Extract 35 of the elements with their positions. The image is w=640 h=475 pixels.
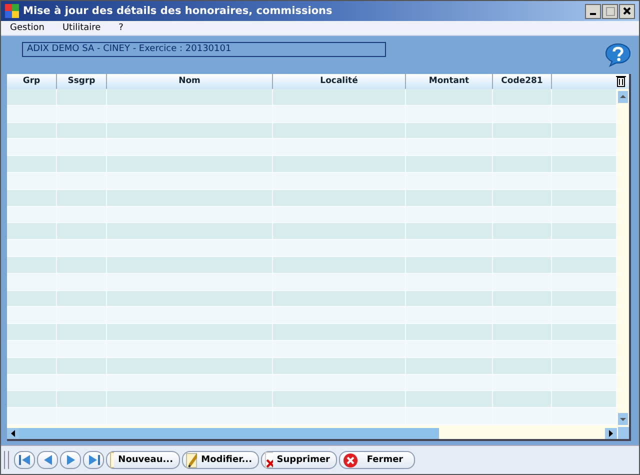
window-title: Mise à jour des détails des honoraires, commissions [23,5,332,17]
menu-item[interactable]: ? [118,23,124,33]
scroll-left-icon[interactable] [7,428,19,438]
help-icon[interactable] [605,43,631,67]
new-button[interactable]: Nouveau... [106,451,180,469]
close-circle-icon [343,452,358,468]
next-icon [66,455,76,465]
first-record-button[interactable] [14,451,35,469]
maximize-icon [606,6,614,16]
edit-button[interactable]: Modifier... [182,451,259,469]
previous-icon [42,455,52,465]
last-icon [88,455,100,465]
scroll-up-icon[interactable] [618,91,628,103]
pencil-icon [186,452,198,468]
close-icon [623,7,631,15]
maximize-button[interactable] [602,4,618,18]
previous-record-button[interactable] [37,451,58,469]
menu-item[interactable]: Gestion [10,23,44,33]
scrollbar-thumb[interactable] [19,428,439,438]
minimize-button[interactable] [585,4,601,18]
company-field: ADIX DEMO SA - CINEY - Exercice : 20130101 [22,42,386,57]
first-icon [18,455,30,465]
delete-icon [265,452,273,468]
document-icon [110,452,114,468]
last-record-button[interactable] [83,451,104,469]
scroll-down-icon[interactable] [618,413,628,425]
close-button[interactable] [619,4,635,18]
app-icon [5,4,19,18]
delete-button[interactable]: Supprimer [261,451,337,469]
menu-item[interactable]: Utilitaire [62,23,101,33]
next-record-button[interactable] [60,451,81,469]
scroll-right-icon[interactable] [605,428,617,438]
scrollbar-corner [618,427,629,439]
column-chooser-icon[interactable] [616,75,626,87]
close-button[interactable]: Fermer [339,451,415,469]
